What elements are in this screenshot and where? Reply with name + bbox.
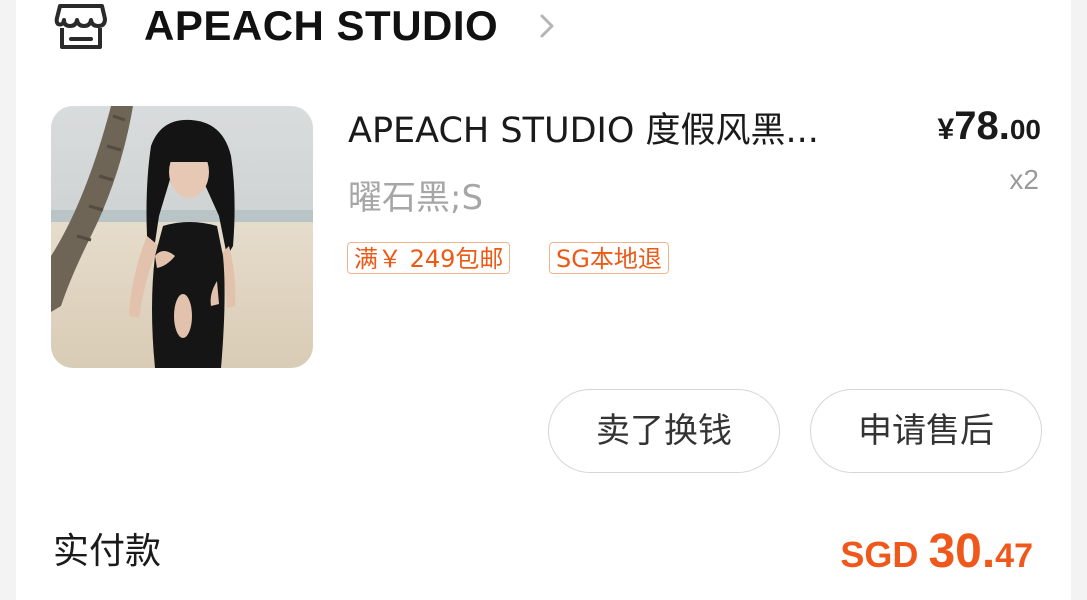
after-sales-button[interactable]: 申请售后 xyxy=(810,389,1042,473)
product-sku: 曜石黑;S xyxy=(348,178,484,218)
paid-amount-label: 实付款 xyxy=(53,531,162,572)
store-icon xyxy=(54,2,108,52)
paid-amount: SGD 30.47 xyxy=(840,524,1033,579)
local-return-tag: SG本地退 xyxy=(549,242,669,274)
price-integer: 78. xyxy=(954,104,1010,148)
free-shipping-tag: 满￥ 249包邮 xyxy=(347,242,511,274)
product-price: ¥78.00 xyxy=(938,104,1041,149)
paid-currency: SGD xyxy=(840,534,929,575)
shop-name[interactable]: APEACH STUDIO xyxy=(144,0,498,52)
price-decimal: 00 xyxy=(1009,114,1041,145)
paid-integer: 30. xyxy=(928,525,996,578)
paid-decimal: 47 xyxy=(995,537,1033,575)
sell-for-cash-button[interactable]: 卖了换钱 xyxy=(548,389,780,473)
product-title[interactable]: APEACH STUDIO 度假风黑... xyxy=(348,108,893,154)
order-card: APEACH STUDIO APEACH STUDIO 度假风黑... ¥78.… xyxy=(16,0,1071,600)
product-thumbnail[interactable] xyxy=(51,106,313,368)
product-quantity: x2 xyxy=(1009,164,1039,195)
price-currency: ¥ xyxy=(937,113,955,146)
shop-header[interactable]: APEACH STUDIO xyxy=(16,0,1071,60)
chevron-right-icon[interactable] xyxy=(536,10,558,42)
